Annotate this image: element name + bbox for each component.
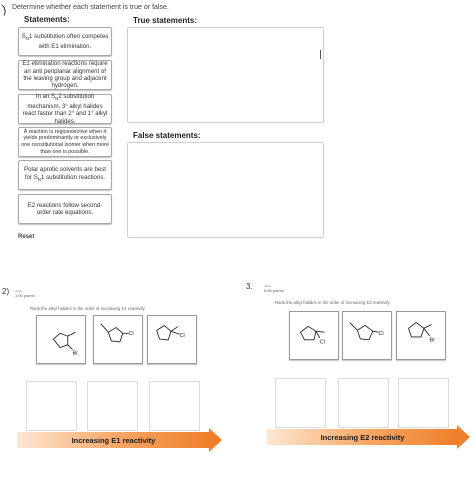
- molecule-card-3[interactable]: Cl: [147, 315, 197, 364]
- question-number: 3.: [246, 282, 253, 291]
- ranking-slot-1[interactable]: [275, 378, 326, 428]
- halogen-label: Cl: [129, 331, 134, 337]
- halogen-label: Cl: [180, 333, 185, 339]
- methylcyclopentyl-bromide-icon: Br: [52, 331, 79, 356]
- arrow-head-icon: [209, 428, 222, 452]
- statement-text: A reaction is regioselective when it yie…: [21, 128, 109, 155]
- statement-tile-e1-antiperiplanar[interactable]: E1 elimination reactions require an anti…: [18, 60, 112, 90]
- arrow-head-icon: [457, 425, 470, 449]
- methylcyclopentyl-chloride-icon: Cl: [156, 325, 185, 341]
- methylcyclopentyl-chloride-icon: Cl: [349, 322, 384, 341]
- ranking-instruction: Rank the alkyl halides in the order of i…: [30, 306, 145, 311]
- halogen-label: Cl: [320, 340, 325, 346]
- arrow-label: Increasing E2 reactivity: [320, 432, 405, 442]
- false-statements-dropzone[interactable]: [127, 142, 324, 238]
- points-value: 0.66 points: [264, 288, 284, 293]
- reactivity-arrow: Increasing E1 reactivity: [17, 432, 210, 448]
- molecule-card-3[interactable]: Br: [396, 311, 446, 360]
- question-instruction: Determine whether each statement is true…: [12, 4, 169, 11]
- arrow-label: Increasing E1 reactivity: [71, 435, 156, 445]
- ranking-instruction: Rank the alkyl halides in the order of i…: [275, 300, 390, 305]
- ranking-slot-3[interactable]: [149, 381, 200, 431]
- ranking-slot-2[interactable]: [87, 381, 138, 431]
- false-statements-heading: False statements:: [133, 131, 201, 140]
- true-statements-heading: True statements:: [133, 16, 198, 25]
- statement-tile-e2-second-order[interactable]: E2 reactions follow second-order rate eq…: [18, 194, 112, 224]
- statement-tile-regioselective[interactable]: A reaction is regioselective when it yie…: [18, 127, 112, 157]
- ranking-slot-1[interactable]: [26, 381, 77, 431]
- molecule-card-2[interactable]: Cl: [93, 315, 143, 364]
- methylcyclopentyl-chloride-icon: Cl: [300, 325, 325, 346]
- statement-tile-sn1-competes[interactable]: SN1 substitution often competes with E1 …: [18, 27, 112, 56]
- reactivity-arrow: Increasing E2 reactivity: [267, 429, 458, 445]
- statement-tile-polar-aprotic[interactable]: Polar aprotic solvents are best for SN1 …: [18, 160, 112, 190]
- statement-text: E2 reactions follow second-order rate eq…: [27, 201, 103, 216]
- text-cursor: [320, 50, 321, 59]
- statement-text: In an SN2 substitution mechanism, 3° alk…: [22, 93, 108, 125]
- reset-button[interactable]: Reset: [18, 234, 34, 240]
- question-marker: ): [0, 1, 8, 17]
- molecule-card-1[interactable]: Br: [36, 315, 86, 364]
- molecule-card-1[interactable]: Cl: [289, 311, 339, 360]
- methylcyclopentyl-chloride-icon: Cl: [100, 323, 134, 343]
- statement-text: E1 elimination reactions require an anti…: [22, 60, 108, 90]
- molecule-card-2[interactable]: Cl: [342, 311, 392, 360]
- halogen-label: Br: [430, 338, 436, 344]
- points-value: 1.00 points: [15, 293, 35, 298]
- statement-text: SN1 substitution often competes with E1 …: [21, 32, 109, 50]
- statements-heading: Statements:: [24, 15, 70, 24]
- question-number: 2): [2, 287, 10, 296]
- true-statements-dropzone[interactable]: [127, 27, 324, 123]
- ranking-slot-3[interactable]: [398, 378, 449, 428]
- methylcyclopentyl-bromide-icon: Br: [408, 322, 436, 344]
- statement-tile-sn2-tertiary[interactable]: In an SN2 substitution mechanism, 3° alk…: [18, 93, 112, 125]
- statement-text: Polar aprotic solvents are best for SN1 …: [24, 166, 106, 183]
- halogen-label: Br: [73, 350, 79, 356]
- halogen-label: Cl: [379, 331, 384, 337]
- ranking-slot-2[interactable]: [338, 378, 389, 428]
